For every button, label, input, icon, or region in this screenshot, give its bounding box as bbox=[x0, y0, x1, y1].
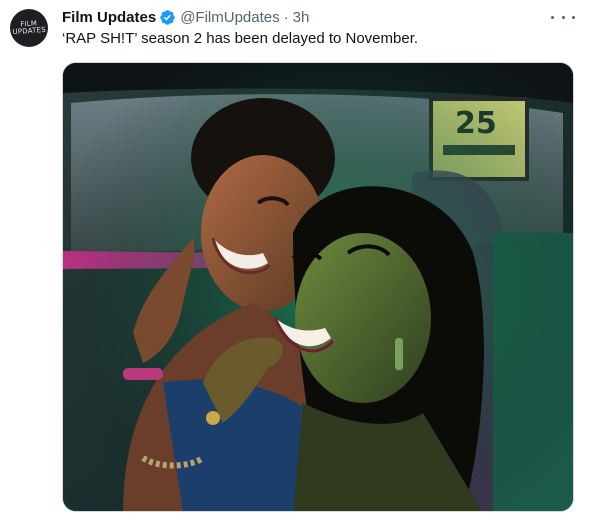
tweet-card[interactable]: FILM UPDATES Film Updates @FilmUpdates ·… bbox=[0, 0, 591, 513]
timestamp[interactable]: 3h bbox=[293, 9, 310, 26]
separator-dot: · bbox=[283, 8, 289, 26]
tweet-media-image[interactable]: 25 bbox=[62, 62, 574, 512]
media-photo: 25 bbox=[63, 63, 573, 511]
tweet-header: Film Updates @FilmUpdates · 3h bbox=[62, 7, 309, 27]
tweet-text: ‘RAP SH!T’ season 2 has been delayed to … bbox=[62, 30, 419, 47]
display-name[interactable]: Film Updates bbox=[62, 9, 156, 26]
verified-badge-icon bbox=[160, 9, 175, 25]
user-handle[interactable]: @FilmUpdates bbox=[180, 9, 279, 26]
more-options-icon[interactable] bbox=[551, 8, 575, 26]
avatar[interactable]: FILM UPDATES bbox=[10, 9, 48, 47]
avatar-logo-text: FILM UPDATES bbox=[12, 19, 47, 37]
